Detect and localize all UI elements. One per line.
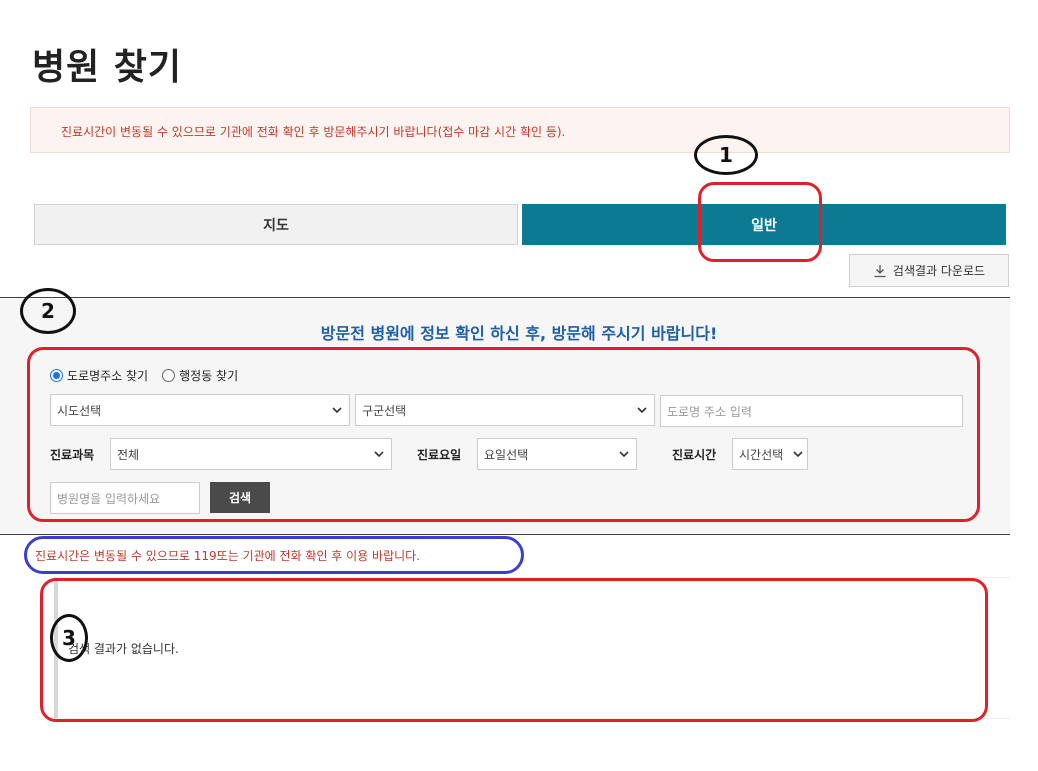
dept-select[interactable]: 전체 (110, 438, 392, 470)
radio-checked-icon (50, 369, 63, 382)
tab-map[interactable]: 지도 (34, 204, 518, 245)
gugun-value: 구군선택 (362, 403, 407, 418)
dept-value: 전체 (117, 447, 140, 462)
time-select[interactable]: 시간선택 (732, 438, 808, 470)
chevron-down-icon (374, 451, 384, 458)
search-button[interactable]: 검색 (210, 482, 270, 513)
day-value: 요일선택 (484, 447, 529, 462)
chevron-down-icon (637, 407, 647, 414)
tab-general[interactable]: 일반 (522, 204, 1006, 245)
download-label: 검색결과 다운로드 (892, 264, 986, 278)
day-select[interactable]: 요일선택 (477, 438, 637, 470)
road-address-input[interactable]: 도로명 주소 입력 (660, 395, 963, 427)
empty-results-text: 검색 결과가 없습니다. (68, 642, 179, 656)
chevron-down-icon (332, 407, 342, 414)
warning-text: 진료시간은 변동될 수 있으므로 119또는 기관에 전화 확인 후 이용 바랍… (35, 549, 421, 563)
sido-value: 시도선택 (57, 403, 102, 418)
results-area: 검색 결과가 없습니다. (54, 577, 1010, 719)
download-icon (874, 264, 886, 277)
day-label: 진료요일 (417, 448, 462, 462)
address-type-radios: 도로명주소 찾기 행정동 찾기 (50, 367, 238, 384)
chevron-down-icon (793, 451, 803, 458)
dept-label: 진료과목 (50, 448, 95, 462)
search-heading: 방문전 병원에 정보 확인 하신 후, 방문해 주시기 바랍니다! (320, 324, 718, 343)
radio-admin-label: 행정동 찾기 (179, 369, 239, 383)
hospital-name-input[interactable]: 병원명을 입력하세요 (50, 482, 200, 514)
notice-text: 진료시간이 변동될 수 있으므로 기관에 전화 확인 후 방문해주시기 바랍니다… (61, 125, 566, 139)
time-label: 진료시간 (672, 448, 717, 462)
radio-road-address[interactable]: 도로명주소 찾기 (50, 367, 148, 384)
radio-admin-district[interactable]: 행정동 찾기 (162, 367, 238, 384)
panel-bottom-divider (0, 534, 1010, 535)
download-results-button[interactable]: 검색결과 다운로드 (849, 254, 1009, 287)
chevron-down-icon (619, 451, 629, 458)
time-value: 시간선택 (739, 447, 784, 462)
notice-box: 진료시간이 변동될 수 있으므로 기관에 전화 확인 후 방문해주시기 바랍니다… (30, 107, 1010, 153)
gugun-select[interactable]: 구군선택 (355, 394, 655, 426)
sido-select[interactable]: 시도선택 (50, 394, 350, 426)
page-title: 병원 찾기 (32, 47, 183, 88)
radio-unchecked-icon (162, 369, 176, 382)
radio-road-label: 도로명주소 찾기 (67, 369, 149, 383)
